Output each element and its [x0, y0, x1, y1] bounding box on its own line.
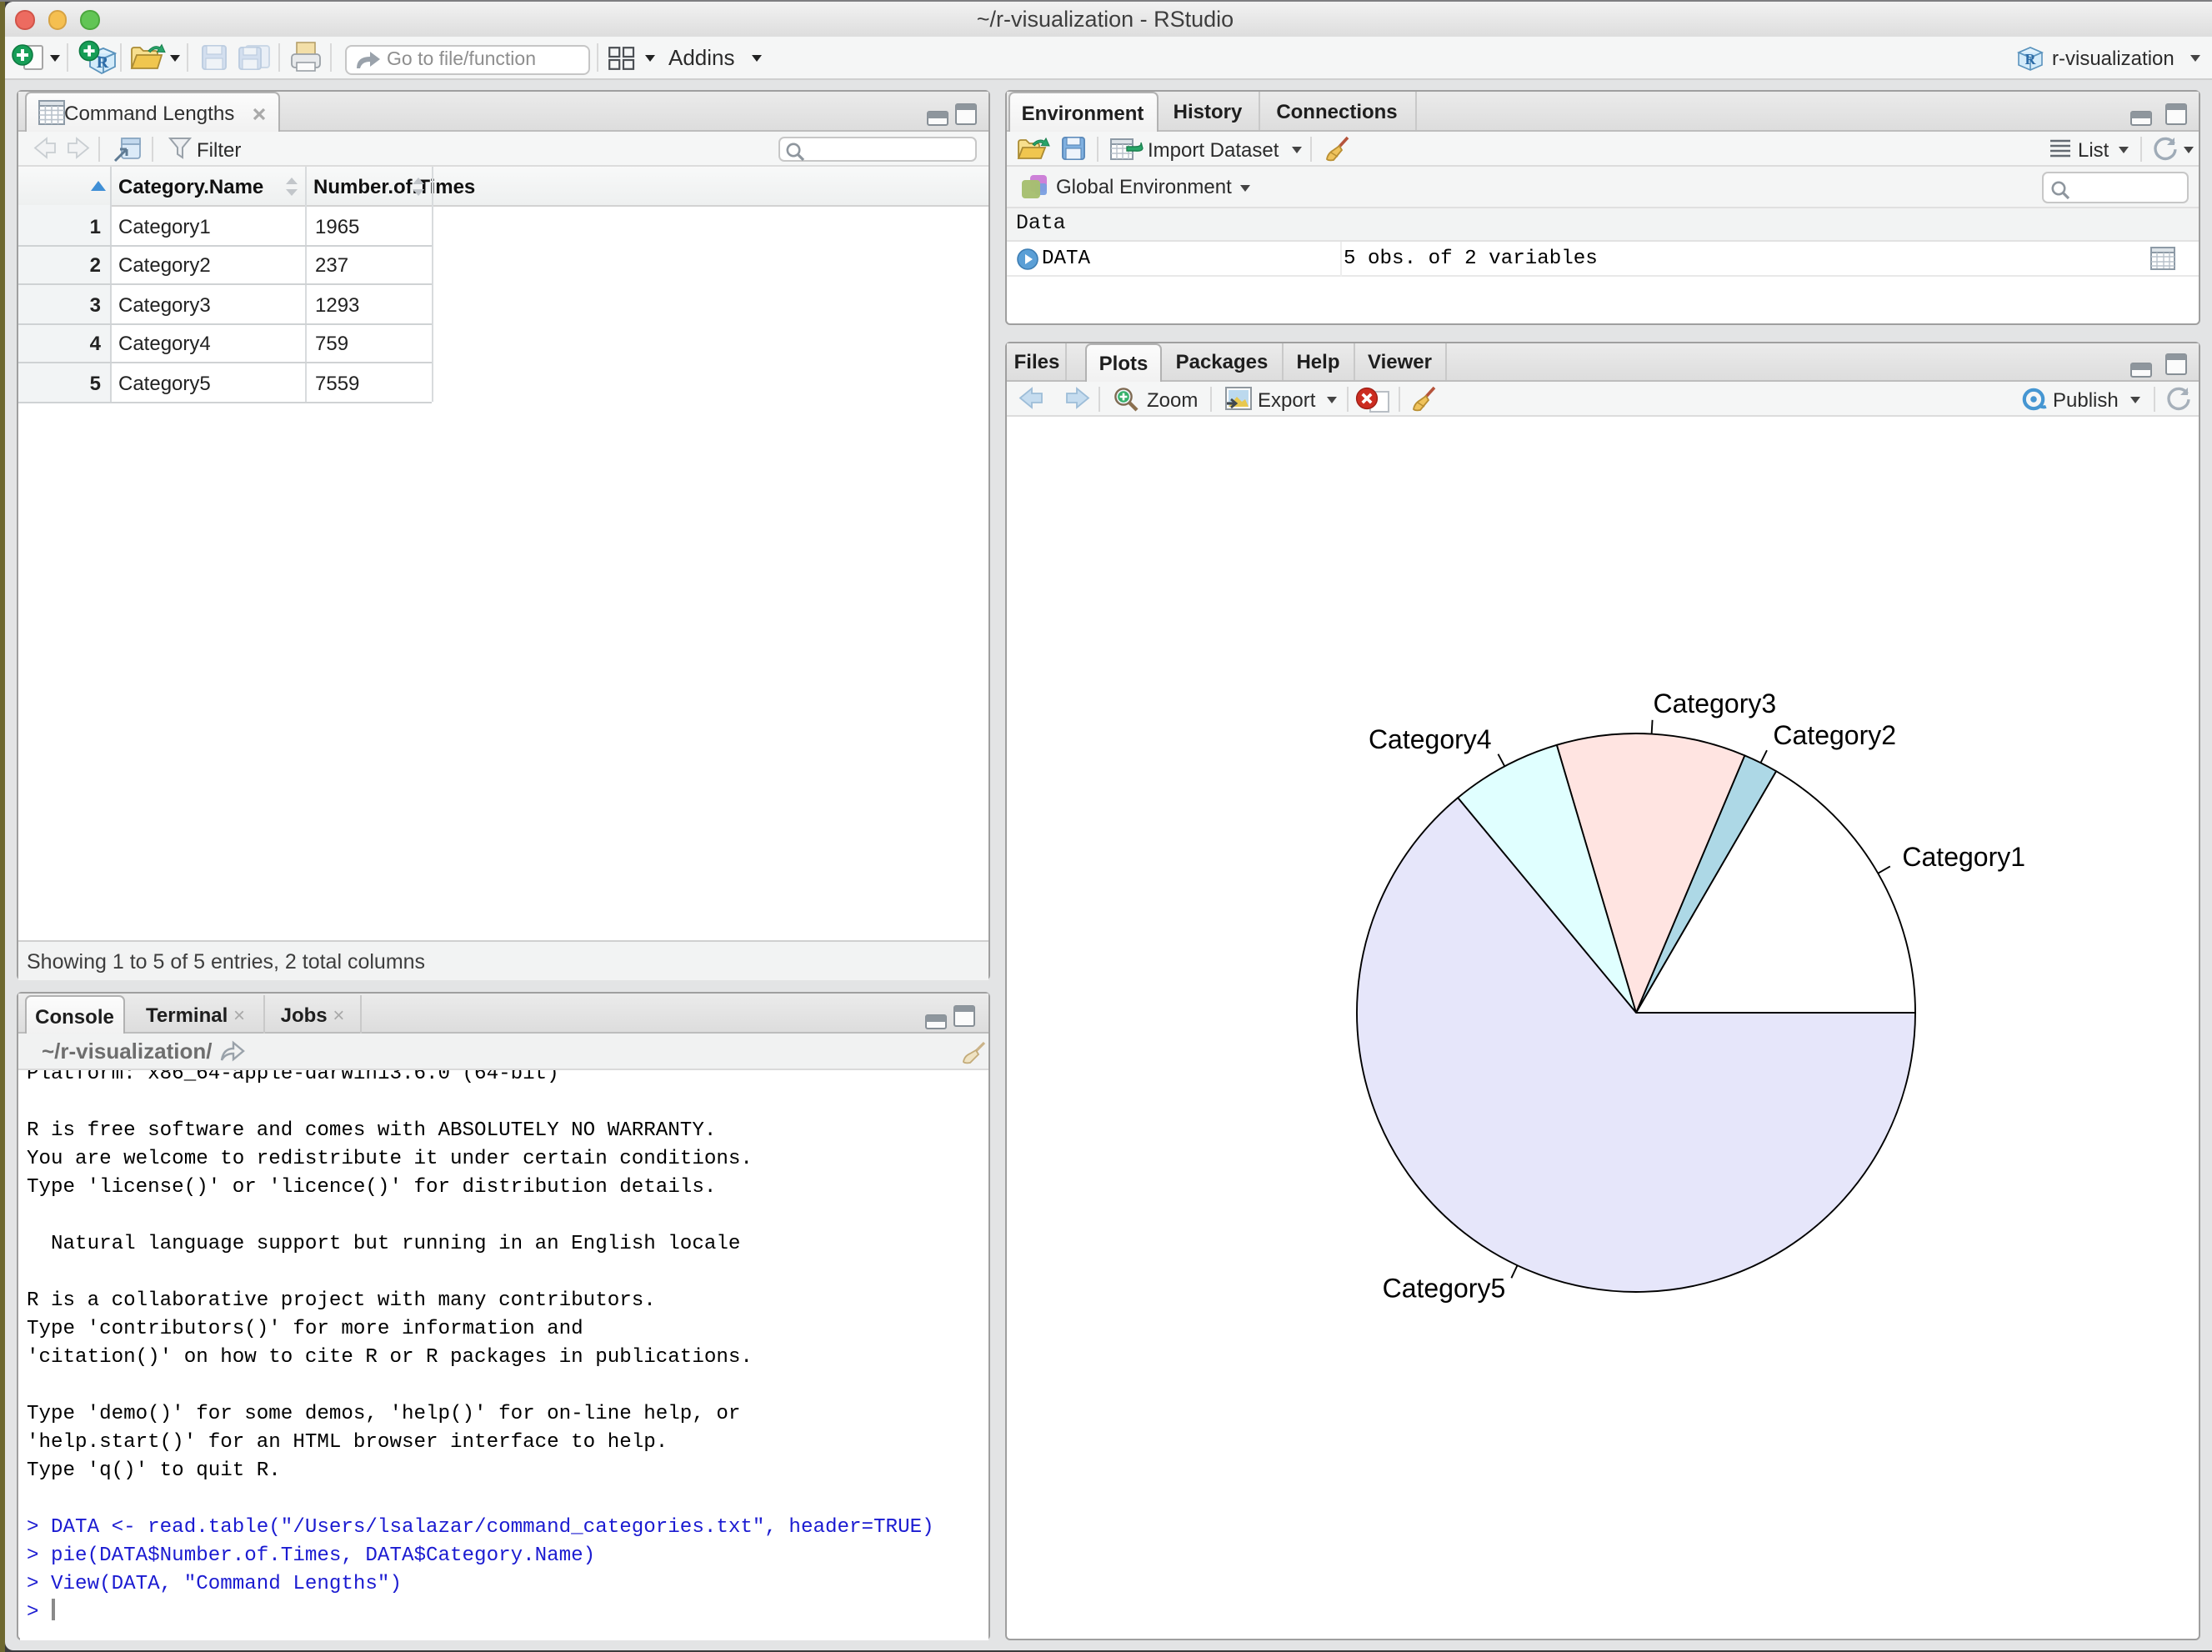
- svg-text:Category1: Category1: [1901, 842, 2024, 872]
- svg-text:Category4: Category4: [1368, 724, 1491, 754]
- svg-text:Category5: Category5: [1382, 1273, 1505, 1303]
- svg-text:R: R: [2025, 50, 2037, 67]
- svg-text:Category2: Category2: [1772, 720, 1895, 750]
- svg-text:Category3: Category3: [1653, 688, 1776, 718]
- svg-text:R: R: [97, 53, 109, 71]
